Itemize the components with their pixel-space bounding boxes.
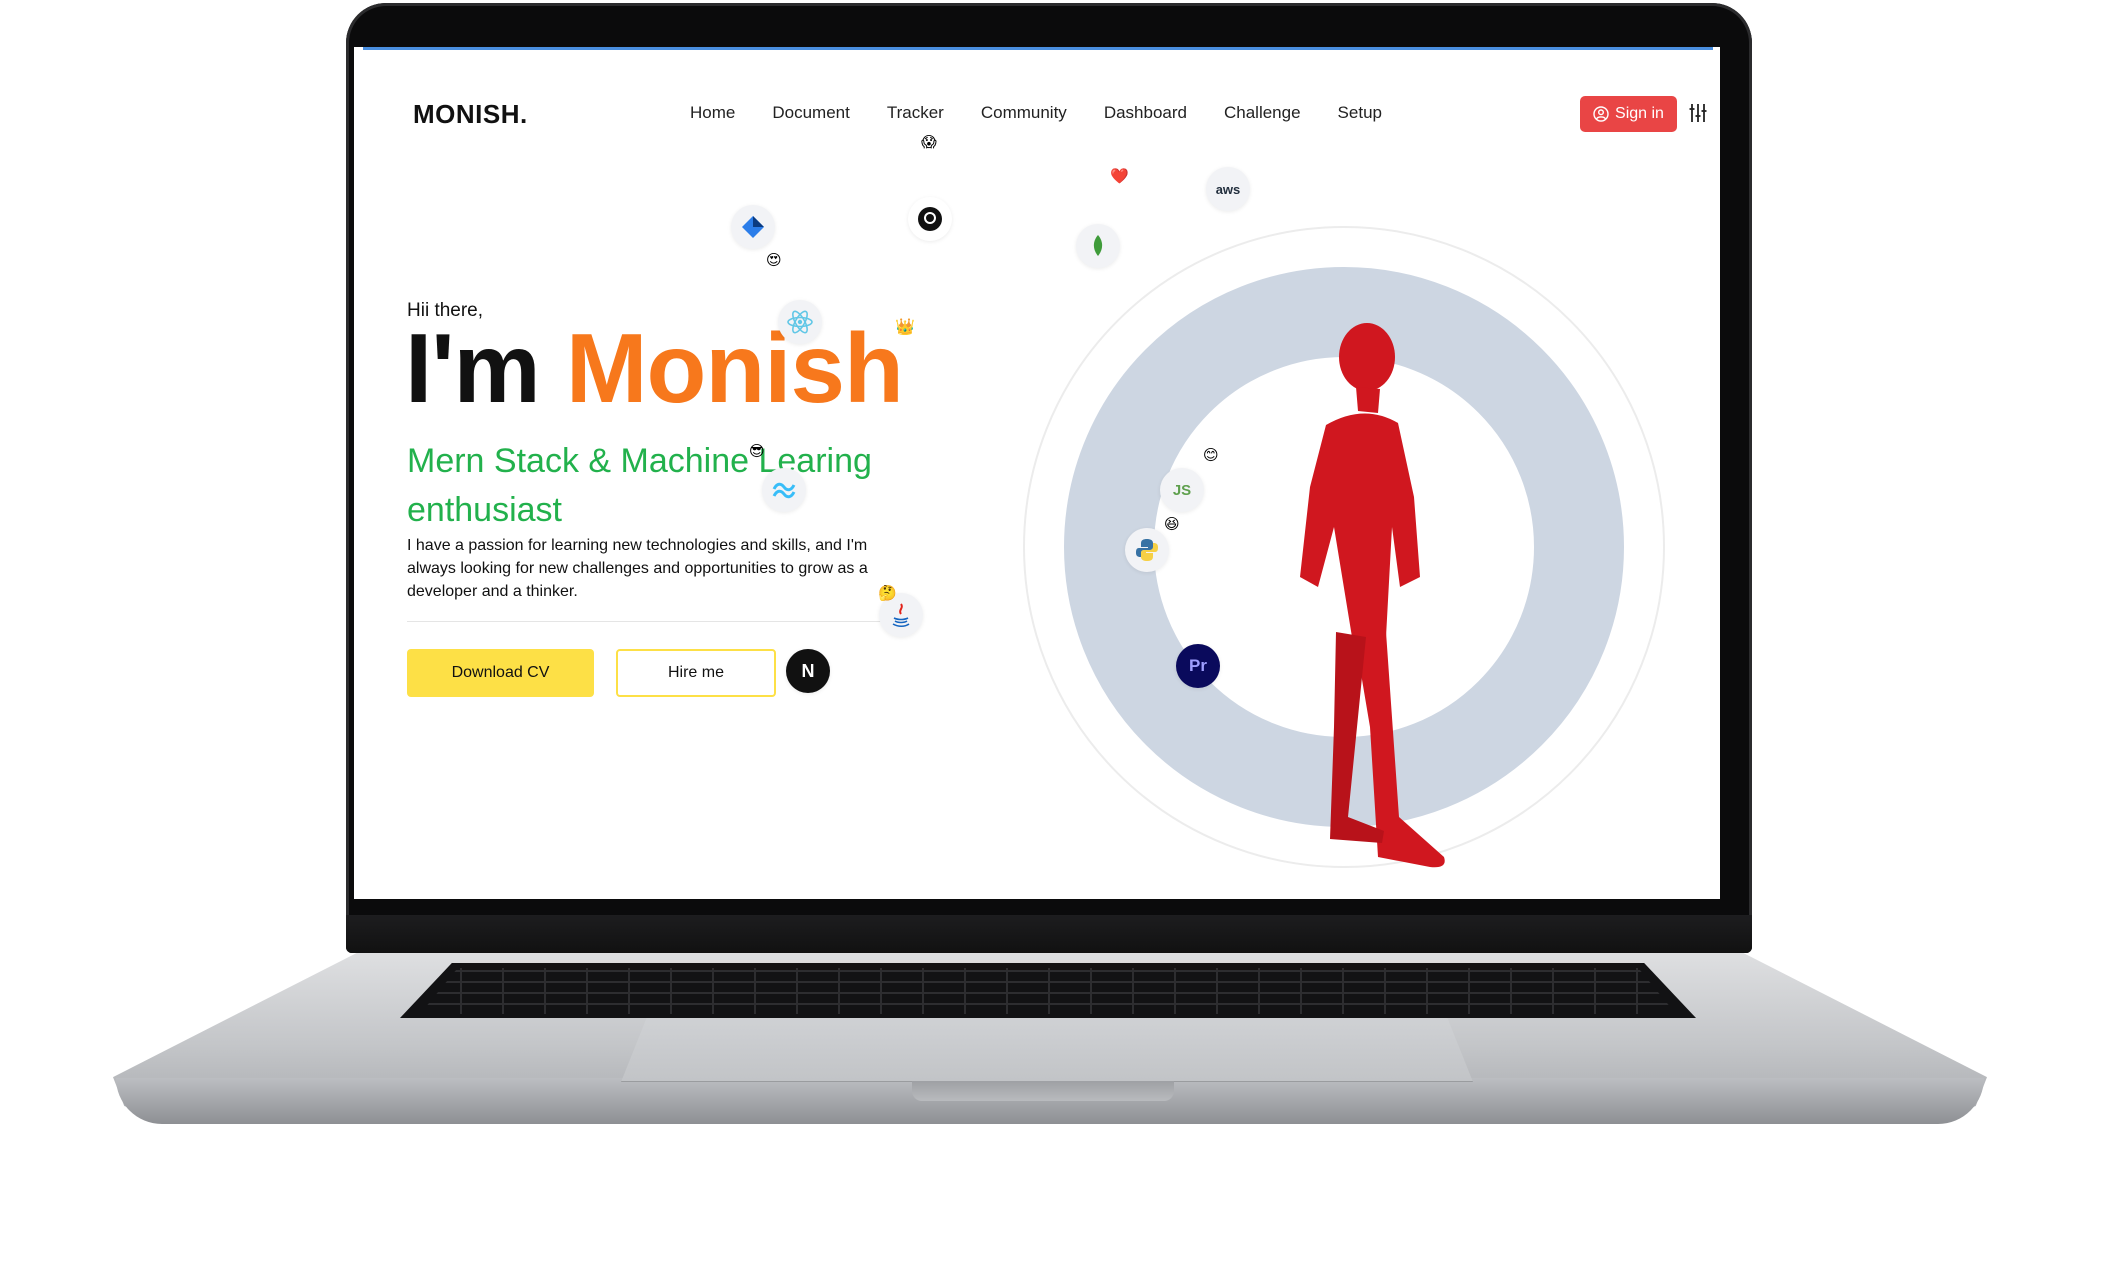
hero-role: Mern Stack & Machine Learing enthusiast: [407, 442, 872, 529]
smile-emoji-icon: 😊: [1203, 446, 1219, 464]
nav-document[interactable]: Document: [772, 103, 849, 123]
heart-eyes-emoji-icon: 😍: [766, 251, 782, 269]
hero-name-accent: Monish: [565, 313, 904, 423]
hero-description: I have a passion for learning new techno…: [407, 537, 868, 600]
python-icon: [1125, 528, 1169, 572]
nav-setup[interactable]: Setup: [1338, 103, 1382, 123]
main-nav: Home Document Tracker Community Dashboar…: [690, 103, 1382, 123]
github-icon: [908, 197, 952, 241]
mongodb-icon: [1076, 224, 1120, 268]
laptop-trackpad: [621, 1018, 1473, 1082]
premiere-pro-icon: Pr: [1176, 644, 1220, 688]
hero-divider: [407, 621, 901, 622]
nav-challenge[interactable]: Challenge: [1224, 103, 1301, 123]
sign-in-button[interactable]: Sign in: [1580, 96, 1677, 132]
nav-dashboard[interactable]: Dashboard: [1104, 103, 1187, 123]
laptop-screen: MONISH. Home Document Tracker Community …: [354, 47, 1720, 899]
tailwind-icon: [762, 468, 806, 512]
nav-tracker[interactable]: Tracker: [887, 103, 944, 123]
sunglasses-emoji-icon: 😎: [749, 442, 765, 460]
scream-emoji-icon: 😱: [921, 133, 937, 151]
react-icon: [778, 300, 822, 344]
nav-home[interactable]: Home: [690, 103, 735, 123]
aws-icon: aws: [1206, 167, 1250, 211]
keyboard-keys: [420, 968, 1676, 1014]
laptop-notch: [912, 1081, 1174, 1101]
hero-name-prefix: I'm: [405, 313, 566, 423]
crown-emoji-icon: 👑: [895, 317, 915, 336]
power-apps-icon: [731, 205, 775, 249]
heart-emoji-icon: ❤️: [1110, 167, 1129, 185]
user-circle-icon: [1593, 106, 1609, 122]
laptop-hinge: [346, 915, 1752, 953]
nav-community[interactable]: Community: [981, 103, 1067, 123]
hero-name: I'm Monish: [405, 312, 904, 425]
orbit-illustration: [1023, 226, 1665, 868]
laugh-emoji-icon: 😆: [1164, 515, 1180, 533]
download-cv-button[interactable]: Download CV: [407, 649, 594, 697]
sign-in-label: Sign in: [1615, 105, 1664, 122]
settings-sliders-icon[interactable]: [1689, 103, 1707, 123]
nextjs-icon: N: [786, 649, 830, 693]
nodejs-icon: JS: [1160, 468, 1204, 512]
hire-me-button[interactable]: Hire me: [616, 649, 776, 697]
site-logo[interactable]: MONISH.: [413, 99, 528, 130]
thinking-emoji-icon: 🤔: [878, 584, 897, 602]
screen-top-accent: [363, 47, 1713, 50]
